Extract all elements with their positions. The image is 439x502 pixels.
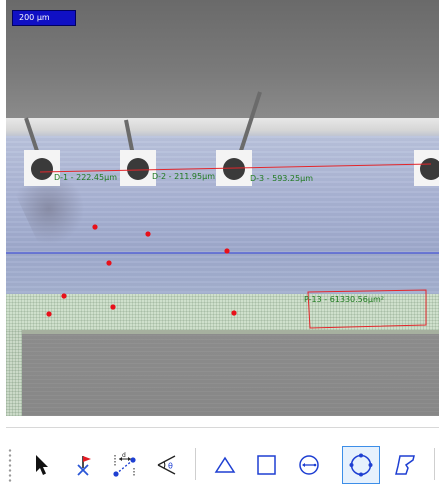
marker-point[interactable] <box>231 310 237 316</box>
circle-4point-icon <box>349 453 373 477</box>
distance-label-d1: D-1 - 222.45µm <box>54 173 117 182</box>
angle-tool-button[interactable]: θ <box>148 446 186 484</box>
marker-point[interactable] <box>224 248 230 254</box>
distance-tool-button[interactable]: d <box>106 446 144 484</box>
flag-point-icon <box>77 456 91 476</box>
probe-needles <box>24 91 262 161</box>
circle-tool-button[interactable] <box>290 446 328 484</box>
toolbar-separator <box>434 448 435 480</box>
distance-label-d3: D-3 - 593.25µm <box>250 174 313 183</box>
toolbar-grip-handle[interactable] <box>8 448 12 482</box>
toolbar-divider <box>6 427 439 428</box>
bond-pad-4[interactable] <box>414 150 439 186</box>
measurement-app: D-1 - 222.45µm D-2 - 211.95µm D-3 - 593.… <box>0 0 439 502</box>
measurement-overlay: D-1 - 222.45µm D-2 - 211.95µm D-3 - 593.… <box>6 91 439 329</box>
rectangle-icon <box>257 455 276 475</box>
probe-needle-3 <box>236 91 262 161</box>
select-tool-button[interactable] <box>22 446 60 484</box>
angle-measure-icon: θ <box>157 455 176 475</box>
marker-points <box>46 224 237 317</box>
microscope-image-view[interactable]: D-1 - 222.45µm D-2 - 211.95µm D-3 - 593.… <box>6 0 439 416</box>
rectangle-tool-button[interactable] <box>248 446 286 484</box>
marker-point[interactable] <box>106 260 112 266</box>
marker-point[interactable] <box>145 231 151 237</box>
marker-point[interactable] <box>61 293 67 299</box>
triangle-tool-button[interactable] <box>206 446 244 484</box>
circle-radius-icon <box>299 455 319 475</box>
scale-bar: 200 µm <box>12 10 76 26</box>
polygon-icon <box>395 455 415 475</box>
arrow-cursor-icon <box>36 455 48 475</box>
triangle-icon <box>214 456 236 473</box>
marker-point[interactable] <box>110 304 116 310</box>
polygon-tool-button[interactable] <box>386 446 424 484</box>
distance-measure-icon: d <box>113 452 136 477</box>
point-tool-button[interactable] <box>64 446 102 484</box>
toolbar-separator <box>195 448 196 480</box>
marker-point[interactable] <box>46 311 52 317</box>
svg-text:d: d <box>122 452 126 459</box>
marker-point[interactable] <box>92 224 98 230</box>
svg-text:θ: θ <box>168 462 173 471</box>
area-label-p13: P-13 - 61330.56µm² <box>304 295 384 304</box>
measurement-toolbar: d θ <box>6 418 439 500</box>
distance-label-d2: D-2 - 211.95µm <box>152 172 215 181</box>
bond-pad-2[interactable] <box>120 150 156 186</box>
ellipse-tool-button[interactable] <box>342 446 380 484</box>
